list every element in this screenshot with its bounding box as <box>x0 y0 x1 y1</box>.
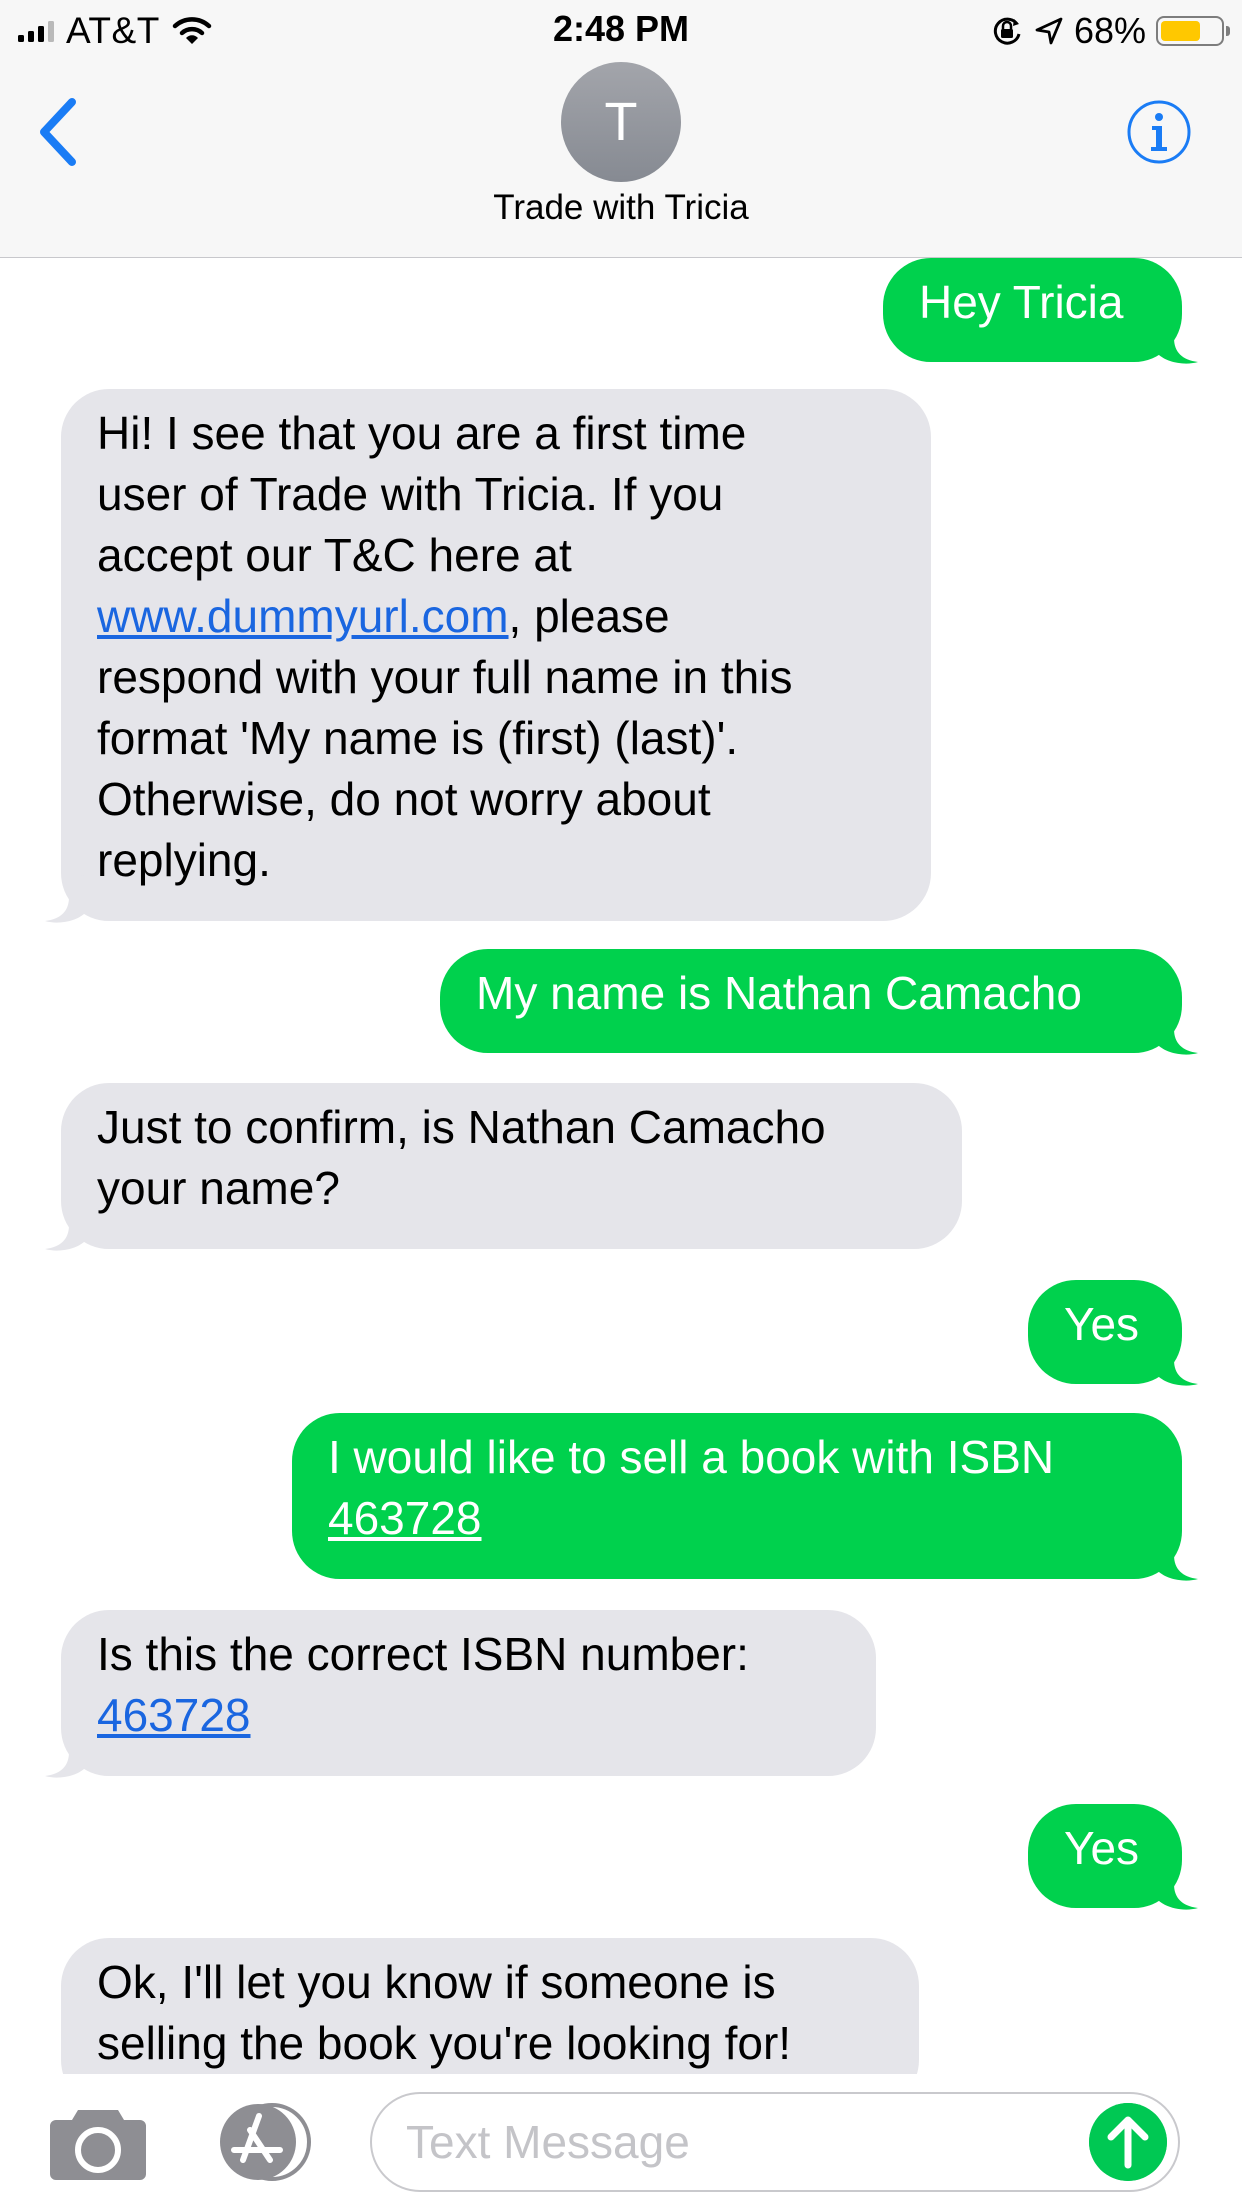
received-message-bubble[interactable]: Is this the correct ISBN number: 463728 <box>61 1610 876 1776</box>
bubble-tail <box>1158 316 1198 364</box>
app-store-icon[interactable] <box>210 2102 320 2182</box>
status-bar: AT&T 2:48 PM 68% <box>0 0 1242 62</box>
sent-message-bubble[interactable]: Hey Tricia <box>883 258 1182 362</box>
sent-message-bubble[interactable]: I would like to sell a book with ISBN 463… <box>292 1413 1182 1579</box>
message-line: Ok, I'll let you know if someone is <box>97 1956 776 2008</box>
message-input[interactable] <box>406 2094 1046 2190</box>
bubble-tail <box>1158 1862 1198 1910</box>
message-line: 463728 <box>97 1685 840 1746</box>
send-arrow-icon[interactable] <box>1089 2103 1167 2181</box>
received-message-bubble[interactable]: Hi! I see that you are a first time user … <box>61 389 931 921</box>
message-line: Otherwise, do not worry about <box>97 773 711 825</box>
info-icon[interactable] <box>1126 99 1192 165</box>
message-line: replying. <box>97 834 271 886</box>
sent-message-bubble[interactable]: My name is Nathan Camacho <box>440 949 1182 1053</box>
bubble-tail <box>1158 1007 1198 1055</box>
message-line: respond with your full name in this <box>97 651 793 703</box>
message-link[interactable]: www.dummyurl.com <box>97 590 509 642</box>
bubble-tail <box>45 875 85 923</box>
message-line: Just to confirm, is Nathan Camacho <box>97 1101 826 1153</box>
message-line: Is this the correct ISBN number: <box>97 1628 749 1680</box>
message-line: My name is Nathan Camacho <box>476 967 1082 1019</box>
message-line: user of Trade with Tricia. If you <box>97 468 724 520</box>
orientation-lock-icon <box>993 17 1021 45</box>
bubble-tail <box>45 1203 85 1251</box>
chevron-left-icon[interactable] <box>30 92 90 172</box>
bubble-tail <box>1158 1533 1198 1581</box>
message-line: your name? <box>97 1162 340 1214</box>
message-line: format 'My name is (first) (last)'. <box>97 712 739 764</box>
message-line: Yes <box>1064 1298 1140 1350</box>
camera-icon[interactable] <box>48 2104 148 2182</box>
message-line: selling the book you're looking for! <box>97 2017 792 2069</box>
message-link[interactable]: 463728 <box>97 1689 251 1741</box>
received-message-bubble[interactable]: Ok, I'll let you know if someone is selli… <box>61 1938 919 2074</box>
bubble-tail <box>70 2062 85 2074</box>
bubble-tail <box>45 1730 85 1778</box>
message-composer <box>0 2074 1242 2208</box>
message-line: 463728 <box>328 1488 1146 1549</box>
bubble-tail <box>1158 1338 1198 1386</box>
message-line: Hi! I see that you are a first time <box>97 407 747 459</box>
battery-percent: 68% <box>1073 10 1146 51</box>
message-list[interactable]: Hey Tricia Hi! I see that you are a first… <box>0 258 1242 2074</box>
avatar-initial: T <box>604 92 638 152</box>
message-line: I would like to sell a book with ISBN <box>328 1431 1055 1483</box>
message-line: accept our T&C here at <box>97 529 572 581</box>
message-input-field[interactable] <box>370 2092 1180 2192</box>
battery-icon <box>1156 16 1230 46</box>
received-message-bubble[interactable]: Just to confirm, is Nathan Camacho your n… <box>61 1083 962 1249</box>
conversation-header: T Trade with Tricia <box>0 62 1242 258</box>
avatar[interactable]: T <box>561 62 681 182</box>
message-line: Hey Tricia <box>919 276 1124 328</box>
message-line: www.dummyurl.com, please <box>97 590 670 642</box>
contact-name[interactable]: Trade with Tricia <box>0 188 1242 228</box>
message-line: Yes <box>1064 1822 1140 1874</box>
location-arrow-icon <box>1035 17 1063 45</box>
message-link[interactable]: 463728 <box>328 1492 482 1544</box>
